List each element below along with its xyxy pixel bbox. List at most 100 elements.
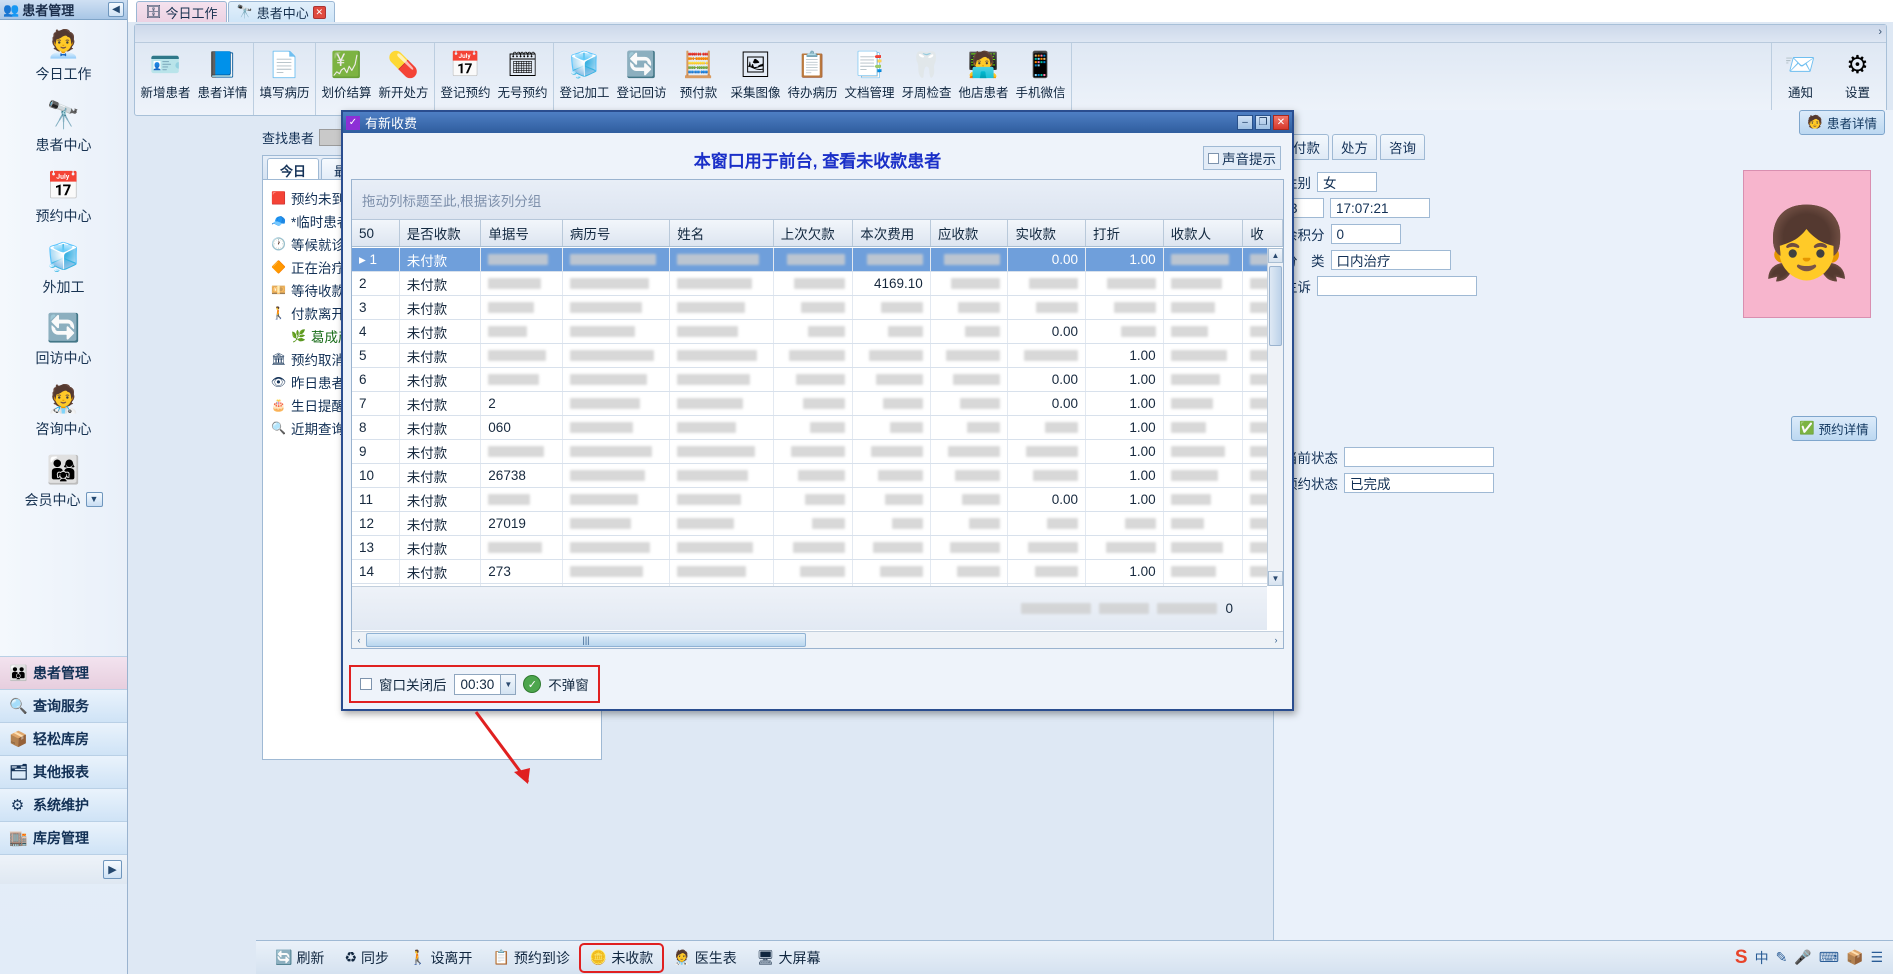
sidebar-item-outsourcing[interactable]: 🧊 外加工 — [0, 239, 127, 297]
tab-today[interactable]: 今日 — [267, 158, 320, 179]
table-row[interactable]: 14 未付款 273 1.00 — [352, 560, 1283, 584]
table-row[interactable]: 8 未付款 060 1.00 — [352, 416, 1283, 440]
ribbon-btn-other-clinic-patients[interactable]: 🧑‍💻 他店患者 — [955, 43, 1012, 115]
tray-keyboard-icon[interactable]: ⌨ — [1819, 949, 1839, 966]
tray-ime-mode[interactable]: 中 — [1755, 948, 1769, 968]
field-time-value[interactable]: 17:07:21 — [1330, 198, 1430, 218]
chevron-down-icon[interactable]: ▼ — [85, 491, 103, 507]
checkbox-icon[interactable] — [360, 678, 372, 690]
table-row[interactable]: 2 未付款 4169.10 — [352, 272, 1283, 296]
ribbon-btn-add-patient[interactable]: 🪪 新增患者 — [137, 43, 194, 115]
ribbon-btn-mobile-wechat[interactable]: 📱 手机微信 — [1012, 43, 1069, 115]
table-row[interactable]: 12 未付款 27019 — [352, 512, 1283, 536]
field-value[interactable]: 口内治疗 — [1330, 250, 1451, 270]
table-row[interactable]: 3 未付款 — [352, 296, 1283, 320]
col-header-paid-status[interactable]: 是否收款 — [400, 220, 482, 246]
field-value[interactable] — [1344, 447, 1494, 467]
sidebar-item-patient-manage[interactable]: 👪 患者管理 — [0, 656, 127, 689]
hscroll-left-icon[interactable]: ‹ — [352, 635, 366, 645]
sidebar-item-today-work[interactable]: 🧑‍💼 今日工作 — [0, 26, 127, 84]
col-header-current-fee[interactable]: 本次费用 — [853, 220, 931, 246]
field-value[interactable]: 已完成 — [1344, 473, 1494, 493]
table-row[interactable]: 11 未付款 0.00 1.00 — [352, 488, 1283, 512]
bottom-btn-appointment-arrival[interactable]: 📋 预约到诊 — [483, 945, 578, 971]
sidebar-item-patient-center[interactable]: 🔭 患者中心 — [0, 97, 127, 155]
col-header-name[interactable]: 姓名 — [670, 220, 774, 246]
col-header-discount[interactable]: 打折 — [1086, 220, 1164, 246]
field-value[interactable]: 0 — [1330, 224, 1401, 244]
tab-today-work[interactable]: 🗄 今日工作 — [136, 1, 227, 22]
sidebar-item-system-maintenance[interactable]: ⚙ 系统维护 — [0, 788, 127, 821]
chevron-left-icon[interactable]: ◀ — [108, 2, 124, 17]
ribbon-btn-no-number-appointment[interactable]: 🗓 无号预约 — [494, 43, 551, 115]
hscroll-right-icon[interactable]: › — [1269, 635, 1283, 645]
ribbon-btn-capture-image[interactable]: 🖼 采集图像 — [727, 43, 784, 115]
col-header-cashier[interactable]: 收款人 — [1164, 220, 1244, 246]
group-by-drop-area[interactable]: 拖动列标题至此,根据该列分组 — [352, 180, 1283, 220]
sidebar-item-consult-center[interactable]: 🧑‍⚕️ 咨询中心 — [0, 381, 127, 439]
bottom-btn-sync[interactable]: ♻ 同步 — [335, 945, 398, 971]
table-row[interactable]: 7 未付款 2 0.00 1.00 — [352, 392, 1283, 416]
ribbon-btn-document-manage[interactable]: 📑 文档管理 — [841, 43, 898, 115]
chevron-down-icon[interactable]: ▼ — [500, 674, 516, 694]
ribbon-btn-settings[interactable]: ⚙ 设置 — [1829, 43, 1886, 115]
check-circle-icon[interactable]: ✓ — [523, 675, 542, 693]
chevron-right-icon[interactable]: › — [1878, 26, 1882, 38]
col-header-chart-no[interactable]: 病历号 — [563, 220, 671, 246]
dialog-titlebar[interactable]: ✓ 有新收费 – ❐ ✕ — [343, 112, 1292, 133]
hscroll-thumb[interactable]: ||| — [366, 633, 806, 647]
sidebar-item-query-service[interactable]: 🔍 查询服务 — [0, 689, 127, 722]
field-value[interactable] — [1317, 276, 1477, 296]
col-header-receivable[interactable]: 应收款 — [931, 220, 1009, 246]
table-row[interactable]: 4 未付款 0.00 — [352, 320, 1283, 344]
col-header-received[interactable]: 实收款 — [1008, 220, 1087, 246]
table-row[interactable]: 10 未付款 26738 1.00 — [352, 464, 1283, 488]
tab-prescription[interactable]: 处方 — [1332, 134, 1377, 160]
field-value[interactable]: 女 — [1317, 172, 1377, 192]
sogou-logo-icon[interactable]: S — [1735, 947, 1748, 969]
bottom-btn-set-leave[interactable]: 🚶 设离开 — [400, 945, 481, 971]
tray-menu-icon[interactable]: ☰ — [1870, 949, 1883, 966]
ribbon-btn-register-appointment[interactable]: 📅 登记预约 — [437, 43, 494, 115]
sidebar-item-easy-warehouse[interactable]: 📦 轻松库房 — [0, 722, 127, 755]
bottom-btn-big-screen[interactable]: 🖥 大屏幕 — [748, 945, 830, 971]
patient-detail-button[interactable]: 🧑 患者详情 — [1799, 109, 1885, 135]
ribbon-btn-prepayment[interactable]: 🧮 预付款 — [670, 43, 727, 115]
close-button[interactable]: ✕ — [1273, 115, 1289, 130]
tray-mic-icon[interactable]: 🎤 — [1794, 949, 1811, 966]
ribbon-btn-patient-detail[interactable]: 📘 患者详情 — [194, 43, 251, 115]
grid-horizontal-scrollbar[interactable]: ‹ ||| › — [352, 631, 1283, 648]
chevron-right-icon[interactable]: ▶ — [103, 860, 122, 879]
checkbox-icon[interactable] — [1208, 152, 1219, 164]
ribbon-btn-new-prescription[interactable]: 💊 新开处方 — [375, 43, 432, 115]
sidebar-item-member-center[interactable]: 👨‍👩‍👧 会员中心 ▼ — [0, 452, 127, 510]
ribbon-btn-register-processing[interactable]: 🧊 登记加工 — [556, 43, 613, 115]
ribbon-btn-perio-exam[interactable]: 🦷 牙周检查 — [898, 43, 955, 115]
ribbon-btn-pricing-settlement[interactable]: 💹 划价结算 — [318, 43, 375, 115]
ribbon-btn-fill-record[interactable]: 📄 填写病历 — [256, 43, 313, 115]
sidebar-item-warehouse-manage[interactable]: 🏬 库房管理 — [0, 821, 127, 854]
sidebar-item-followup-center[interactable]: 🔄 回访中心 — [0, 310, 127, 368]
scroll-thumb[interactable] — [1269, 266, 1282, 346]
ribbon-btn-pending-records[interactable]: 📋 待办病历 — [784, 43, 841, 115]
scroll-up-icon[interactable]: ▲ — [1268, 248, 1283, 263]
bottom-btn-doctor-table[interactable]: 🧑‍⚕️ 医生表 — [664, 945, 745, 971]
sidebar-item-appointment-center[interactable]: 📅 预约中心 — [0, 168, 127, 226]
appointment-detail-button[interactable]: ✅ 预约详情 — [1791, 416, 1877, 441]
col-header-extra[interactable]: 收 — [1243, 220, 1283, 246]
close-icon[interactable]: ✕ — [312, 5, 326, 19]
scroll-down-icon[interactable]: ▼ — [1268, 571, 1283, 586]
table-row[interactable]: 5 未付款 1.00 — [352, 344, 1283, 368]
ribbon-btn-notify[interactable]: 📨 通知 — [1772, 43, 1829, 115]
bottom-btn-unpaid[interactable]: 🪙 未收款 — [578, 942, 665, 973]
col-header-doc-no[interactable]: 单据号 — [481, 220, 563, 246]
sidebar-item-other-reports[interactable]: 🗂 其他报表 — [0, 755, 127, 788]
minimize-button[interactable]: – — [1237, 115, 1253, 130]
maximize-button[interactable]: ❐ — [1255, 115, 1271, 130]
grid-vertical-scrollbar[interactable]: ▲ ▼ — [1267, 248, 1283, 586]
sound-hint-checkbox[interactable]: 声音提示 — [1203, 146, 1281, 170]
col-header-count[interactable]: 50 — [352, 220, 400, 246]
table-row[interactable]: 6 未付款 0.00 1.00 — [352, 368, 1283, 392]
col-header-prev-debt[interactable]: 上次欠款 — [774, 220, 854, 246]
ribbon-btn-register-followup[interactable]: 🔄 登记回访 — [613, 43, 670, 115]
